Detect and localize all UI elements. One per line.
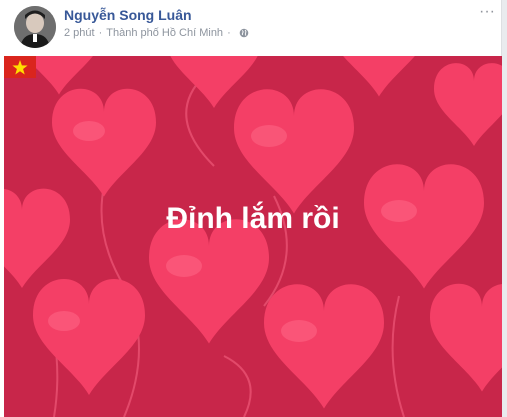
post-background-image: Đỉnh lắm rồi — [4, 56, 502, 417]
author-name[interactable]: Nguyễn Song Luân — [64, 7, 192, 23]
post-header: Nguyễn Song Luân 2 phút · Thành phố Hồ C… — [0, 0, 502, 56]
vietnam-flag-icon — [4, 56, 36, 78]
author-avatar[interactable] — [14, 6, 56, 48]
post-location[interactable]: Thành phố Hồ Chí Minh — [106, 27, 223, 39]
globe-icon[interactable] — [239, 28, 249, 38]
meta-separator: · — [227, 27, 231, 39]
meta-separator: · — [98, 27, 103, 39]
post-card: Nguyễn Song Luân 2 phút · Thành phố Hồ C… — [0, 0, 502, 417]
hearts-pattern — [4, 56, 502, 417]
more-options-button[interactable]: ··· — [476, 4, 498, 22]
background-headline: Đỉnh lắm rồi — [166, 202, 340, 235]
avatar-photo — [14, 6, 56, 48]
post-meta: 2 phút · Thành phố Hồ Chí Minh · — [64, 27, 249, 39]
post-timestamp[interactable]: 2 phút — [64, 27, 95, 39]
